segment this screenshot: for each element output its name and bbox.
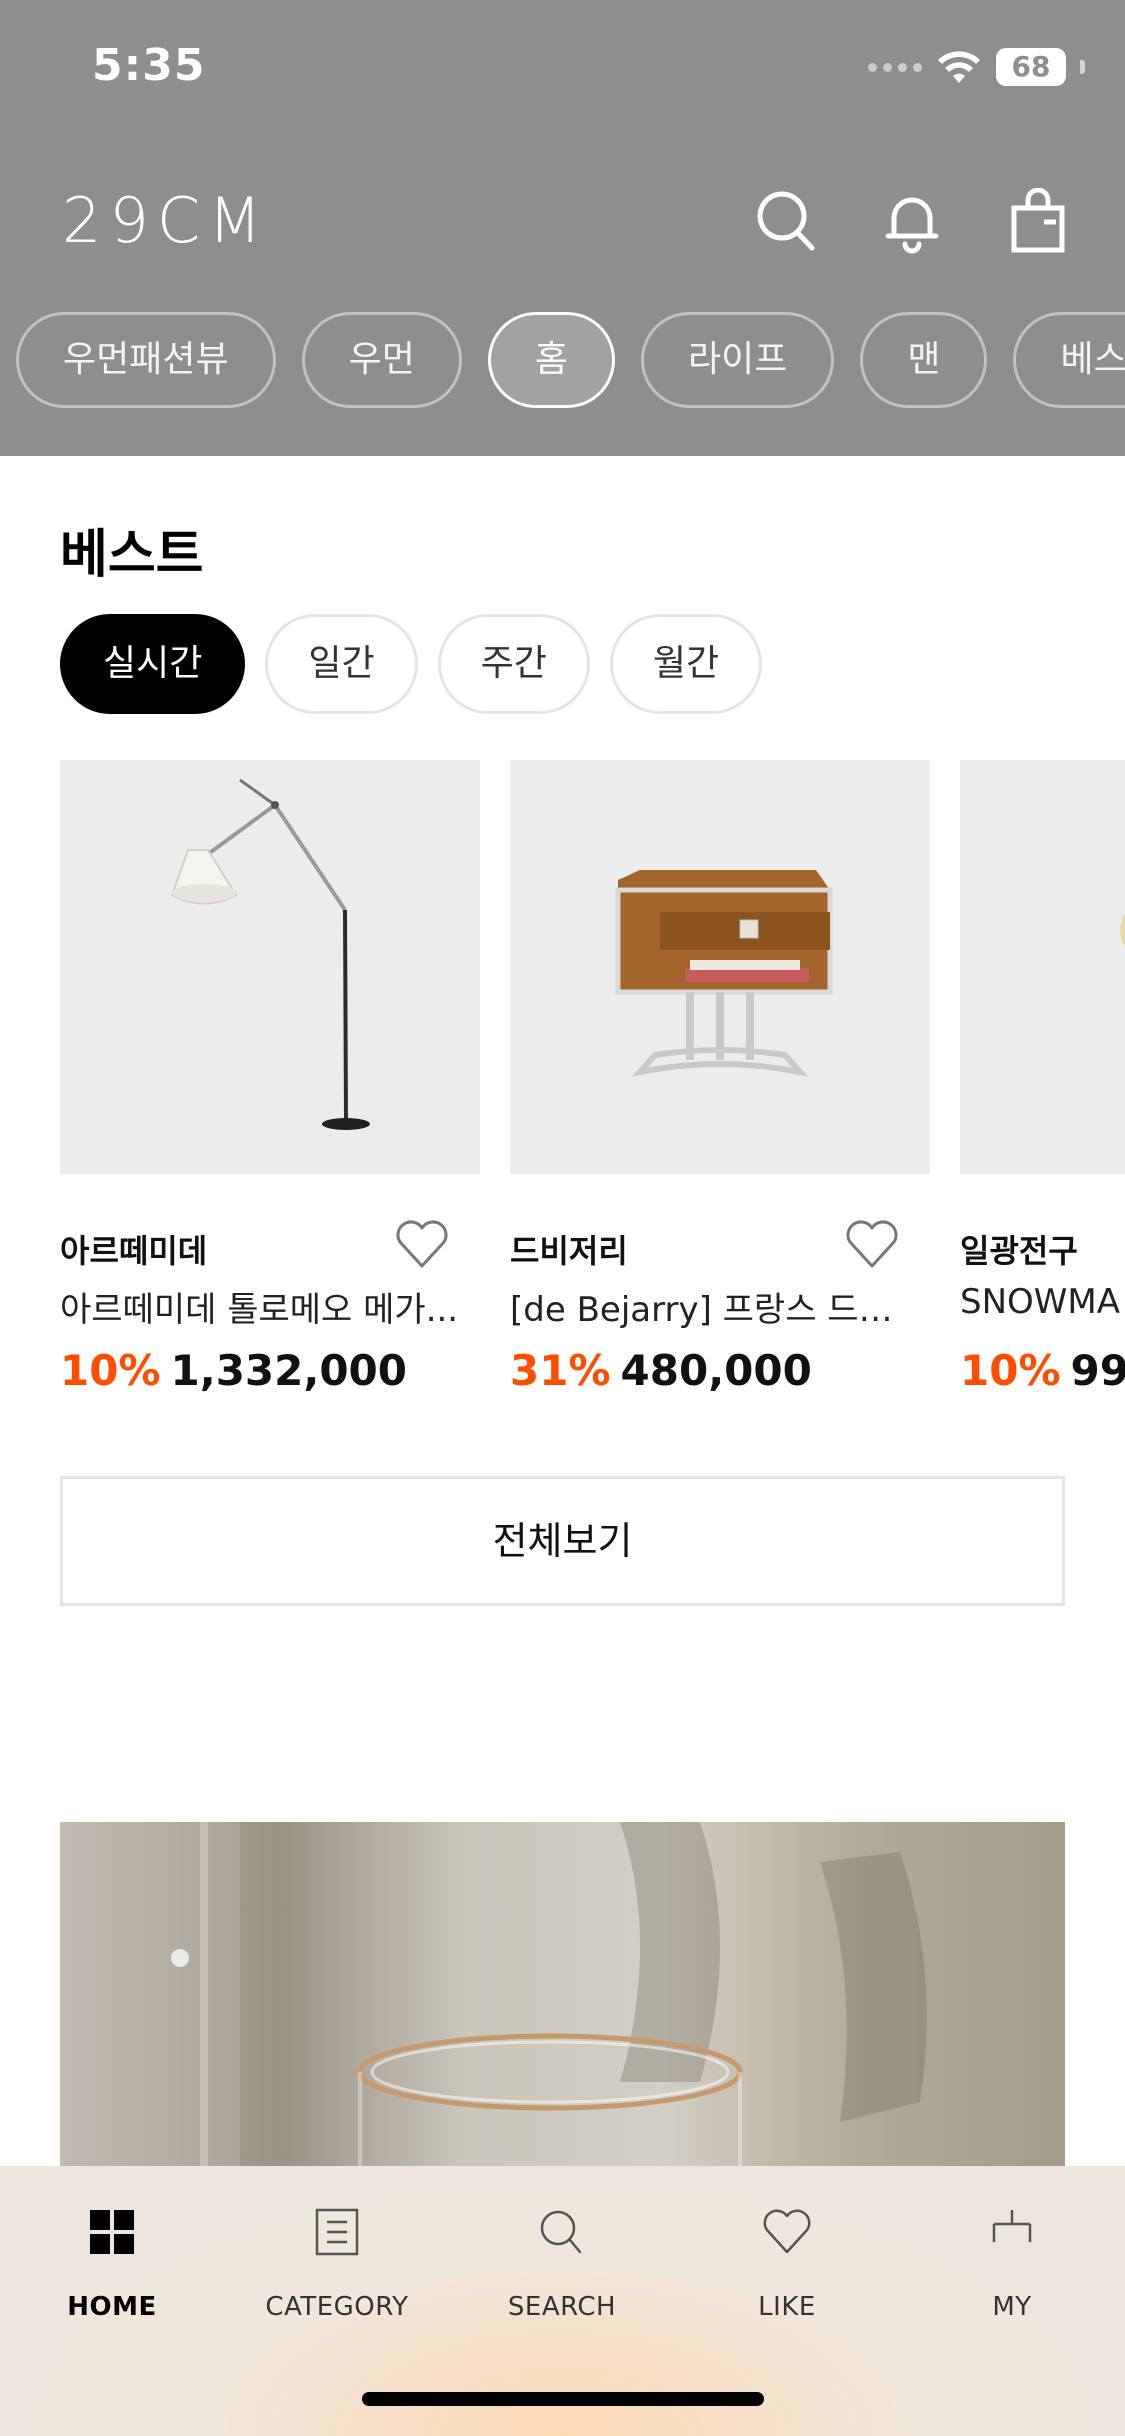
product-carousel[interactable]: 아르떼미데 아르떼미데 톨로메오 메가... 10% 1,332,000 드비저… — [60, 760, 1125, 1420]
floor-lamp-image — [170, 778, 370, 1130]
battery-tip — [1080, 60, 1085, 74]
nav-home-label: HOME — [67, 2292, 157, 2322]
chip-women[interactable]: 우먼 — [301, 312, 462, 408]
nav-category-label: CATEGORY — [265, 2292, 409, 2322]
nav-search-label: SEARCH — [507, 2292, 617, 2322]
product-brand: 드비저리 — [510, 1232, 628, 1270]
product-card[interactable]: 드비저리 [de Bejarry] 프랑스 드비… 31% 480,000 — [510, 760, 930, 1395]
product-price: 99, — [1070, 1346, 1125, 1395]
nav-home[interactable]: HOME — [12, 2206, 212, 2322]
product-card[interactable]: 아르떼미데 아르떼미데 톨로메오 메가... 10% 1,332,000 — [60, 760, 480, 1395]
nav-category[interactable]: CATEGORY — [237, 2206, 437, 2322]
product-price: 1,332,000 — [170, 1346, 408, 1395]
product-price: 480,000 — [620, 1346, 812, 1395]
price-line: 31% 480,000 — [510, 1346, 812, 1395]
product-name[interactable]: [de Bejarry] 프랑스 드비… — [510, 1282, 920, 1331]
category-list-icon — [315, 2208, 359, 2256]
tab-weekly[interactable]: 주간 — [437, 614, 590, 714]
nav-my-label: MY — [992, 2292, 1032, 2322]
status-time: 5:35 — [92, 40, 206, 91]
status-icons: 68 — [868, 48, 1085, 86]
heart-icon[interactable] — [844, 1218, 900, 1270]
view-all-button[interactable]: 전체보기 — [60, 1476, 1065, 1606]
nav-my[interactable]: MY — [912, 2206, 1112, 2322]
chip-home[interactable]: 홈 — [487, 312, 615, 408]
category-chip-bar: 우먼패션뷰 우먼 홈 라이프 맨 베스 — [16, 312, 1125, 408]
nav-like[interactable]: LIKE — [687, 2206, 887, 2322]
battery-indicator: 68 — [996, 48, 1066, 86]
chip-life[interactable]: 라이프 — [640, 312, 835, 408]
tab-monthly[interactable]: 월간 — [609, 614, 763, 714]
section-title: 베스트 — [60, 525, 204, 585]
wifi-icon — [938, 51, 980, 83]
price-line: 10%99, — [960, 1346, 1125, 1395]
nav-like-label: LIKE — [758, 2292, 816, 2322]
product-brand: 아르떼미데 — [60, 1232, 208, 1270]
home-grid-icon — [90, 2210, 134, 2254]
search-icon[interactable] — [754, 188, 818, 254]
tab-daily[interactable]: 일간 — [265, 614, 418, 714]
chip-best[interactable]: 베스 — [1013, 312, 1125, 408]
chip-women-fashion-beauty[interactable]: 우먼패션뷰 — [16, 312, 276, 408]
discount-rate: 31% — [510, 1346, 611, 1395]
my-icon — [992, 2210, 1032, 2242]
tab-realtime[interactable]: 실시간 — [60, 614, 246, 714]
app-logo[interactable]: 29CM — [62, 184, 270, 257]
app-header: 5:35 68 29CM 우먼패션뷰 우먼 홈 라이프 맨 베스 — [0, 0, 1125, 456]
heart-icon[interactable] — [394, 1218, 450, 1270]
product-image[interactable] — [960, 760, 1125, 1174]
product-name[interactable]: 아르떼미데 톨로메오 메가... — [60, 1282, 470, 1331]
bell-icon[interactable] — [880, 188, 944, 254]
product-name[interactable]: SNOWMA — [960, 1282, 1125, 1322]
nightstand-image — [615, 870, 833, 1077]
product-image[interactable] — [60, 760, 480, 1174]
product-card[interactable]: 일광전구 SNOWMA 10%99, — [960, 760, 1125, 1395]
product-image[interactable] — [510, 760, 930, 1174]
chip-men[interactable]: 맨 — [860, 312, 988, 408]
discount-rate: 10% — [60, 1346, 161, 1395]
home-indicator[interactable] — [362, 2392, 764, 2406]
discount-rate: 10% — [960, 1346, 1061, 1395]
shopping-bag-icon[interactable] — [1006, 188, 1070, 254]
price-line: 10% 1,332,000 — [60, 1346, 407, 1395]
cellular-signal-icon — [868, 62, 922, 72]
period-tabs: 실시간 일간 주간 월간 — [60, 614, 763, 714]
product-brand: 일광전구 — [960, 1232, 1078, 1270]
nav-search[interactable]: SEARCH — [462, 2206, 662, 2322]
heart-icon — [763, 2209, 811, 2254]
search-icon — [540, 2210, 582, 2254]
light-bulb-image — [1120, 912, 1125, 948]
